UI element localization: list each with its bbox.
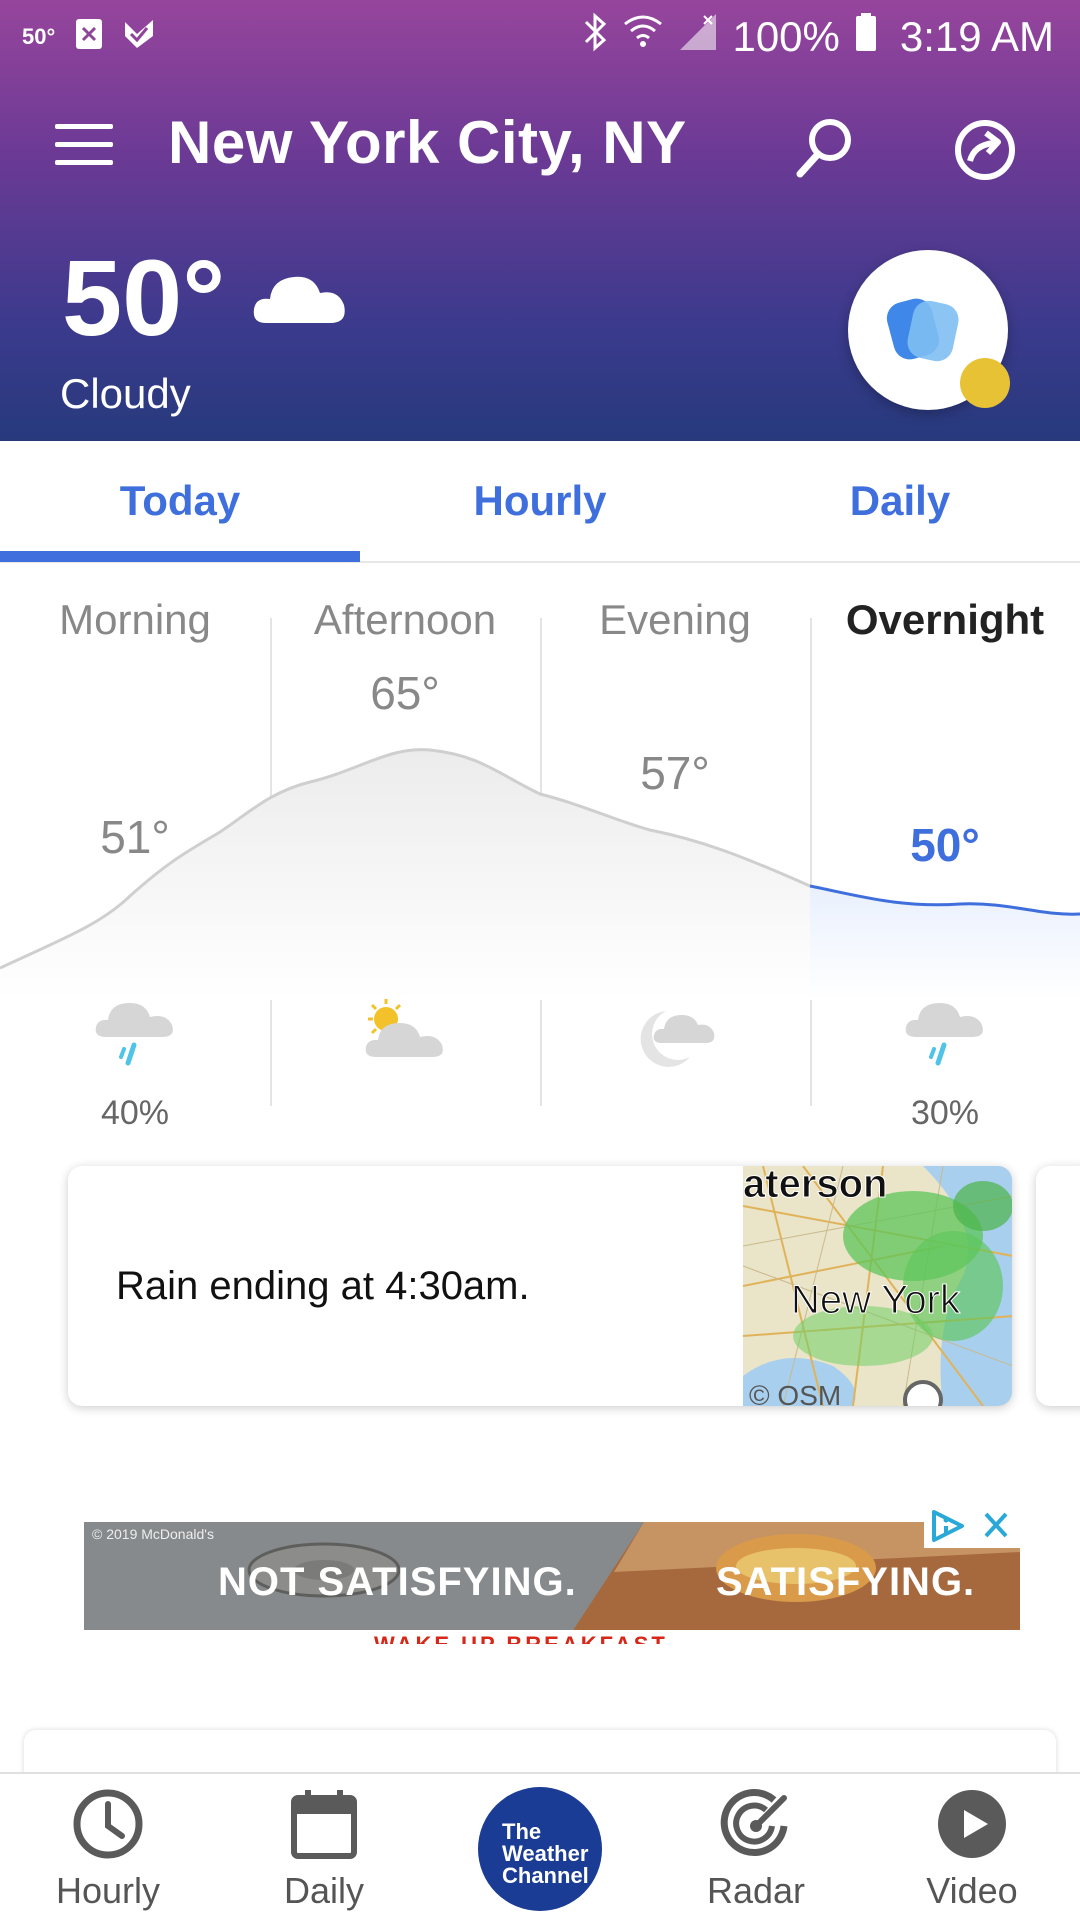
radar-map-thumbnail[interactable]: aterson New York © OSM bbox=[743, 1166, 1012, 1406]
map-label-paterson: aterson bbox=[743, 1166, 888, 1207]
calendar-icon bbox=[291, 1790, 357, 1859]
assistant-badge bbox=[960, 358, 1010, 408]
radar-icon bbox=[720, 1789, 788, 1856]
current-condition: Cloudy bbox=[60, 370, 191, 417]
logo-line-3: Channel bbox=[502, 1863, 589, 1888]
status-temp: 50° bbox=[22, 23, 56, 49]
battery-percent: 100% bbox=[732, 13, 840, 60]
daypart-overnight-label: Overnight bbox=[845, 596, 1045, 643]
bottom-navigation: Hourly Daily The Weather Channel Radar V… bbox=[0, 1772, 1080, 1920]
share-button[interactable] bbox=[950, 115, 1020, 185]
daypart-afternoon-label: Afternoon bbox=[313, 596, 497, 643]
tab-hourly[interactable]: Hourly bbox=[360, 477, 720, 525]
wifi-icon bbox=[622, 12, 664, 62]
tab-daily[interactable]: Daily bbox=[720, 477, 1080, 525]
nav-video-label: Video bbox=[926, 1870, 1018, 1911]
nav-daily[interactable]: Daily bbox=[216, 1774, 432, 1920]
nav-video[interactable]: Video bbox=[864, 1774, 1080, 1920]
status-time: 3:19 AM bbox=[899, 13, 1054, 60]
ad-right-text: SATISFYING. bbox=[716, 1560, 976, 1604]
nav-radar-label: Radar bbox=[706, 1870, 806, 1911]
map-credit: © OSM bbox=[749, 1380, 842, 1406]
tab-bar: Today Hourly Daily bbox=[0, 441, 1080, 563]
daypart-morning-precip: 40% bbox=[100, 1094, 170, 1132]
ad-close-icon[interactable] bbox=[972, 1504, 1020, 1548]
search-button[interactable] bbox=[790, 112, 860, 182]
logo-line-1: The bbox=[502, 1819, 542, 1844]
logo-line-2: Weather bbox=[502, 1841, 589, 1866]
menu-button[interactable] bbox=[55, 124, 113, 166]
cell-signal-icon bbox=[678, 12, 718, 62]
rain-alert-card[interactable]: Rain ending at 4:30am. aterson New York … bbox=[68, 1166, 1012, 1406]
status-bar: 50° 100% 3:19 AM bbox=[0, 0, 1080, 76]
tab-today[interactable]: Today bbox=[0, 477, 360, 525]
ad-left-text: NOT SATISFYING. bbox=[218, 1560, 577, 1604]
bluetooth-icon bbox=[582, 12, 608, 62]
daypart-evening-temp: 57° bbox=[640, 747, 710, 799]
nav-radar[interactable]: Radar bbox=[648, 1774, 864, 1920]
nav-hourly[interactable]: Hourly bbox=[0, 1774, 216, 1920]
play-icon bbox=[938, 1790, 1006, 1858]
nav-hourly-label: Hourly bbox=[55, 1870, 161, 1911]
daypart-morning-temp: 51° bbox=[100, 811, 170, 863]
adchoices-icon[interactable] bbox=[924, 1504, 972, 1548]
map-label-new-york: New York bbox=[791, 1278, 961, 1323]
ad-copyright: © 2019 McDonald's bbox=[92, 1526, 214, 1542]
nav-daily-label: Daily bbox=[283, 1870, 364, 1911]
weather-app: 50° 100% 3:19 AM New York City, NY 50° C… bbox=[0, 0, 1080, 1920]
ad-bottom-text: WAKE UP BREAKFAST bbox=[374, 1632, 668, 1644]
notification-check-icon bbox=[123, 18, 155, 55]
rain-cloud-icon bbox=[94, 995, 176, 1080]
share-icon bbox=[955, 120, 1015, 180]
search-icon bbox=[796, 119, 851, 178]
daypart-afternoon-temp: 65° bbox=[370, 667, 440, 719]
cloud-icon bbox=[252, 265, 348, 332]
daypart-overnight-temp: 50° bbox=[910, 819, 980, 871]
current-temperature: 50° bbox=[62, 237, 226, 358]
advertisement-banner[interactable]: © 2019 McDonald's NOT SATISFYING. SATISF… bbox=[84, 1522, 1020, 1644]
daypart-evening-label: Evening bbox=[599, 596, 751, 643]
the-weather-channel-logo[interactable]: The Weather Channel bbox=[478, 1787, 602, 1911]
daypart-morning-label: Morning bbox=[59, 596, 211, 643]
ad-controls bbox=[924, 1504, 1020, 1548]
top-bar: New York City, NY bbox=[0, 100, 1080, 190]
daypart-overnight-precip: 30% bbox=[910, 1094, 980, 1132]
header: 50° 100% 3:19 AM New York City, NY 50° C… bbox=[0, 0, 1080, 441]
notification-close-icon bbox=[75, 18, 103, 55]
clock-icon bbox=[73, 1789, 143, 1859]
next-card-peek[interactable] bbox=[1036, 1166, 1080, 1406]
rain-alert-message: Rain ending at 4:30am. bbox=[116, 1264, 530, 1308]
battery-icon bbox=[854, 12, 878, 62]
partly-cloudy-night-icon bbox=[632, 995, 718, 1080]
partly-sunny-icon bbox=[362, 995, 448, 1080]
tab-indicator bbox=[0, 551, 360, 562]
location-title[interactable]: New York City, NY bbox=[168, 108, 687, 177]
rain-cloud-icon bbox=[904, 995, 986, 1080]
